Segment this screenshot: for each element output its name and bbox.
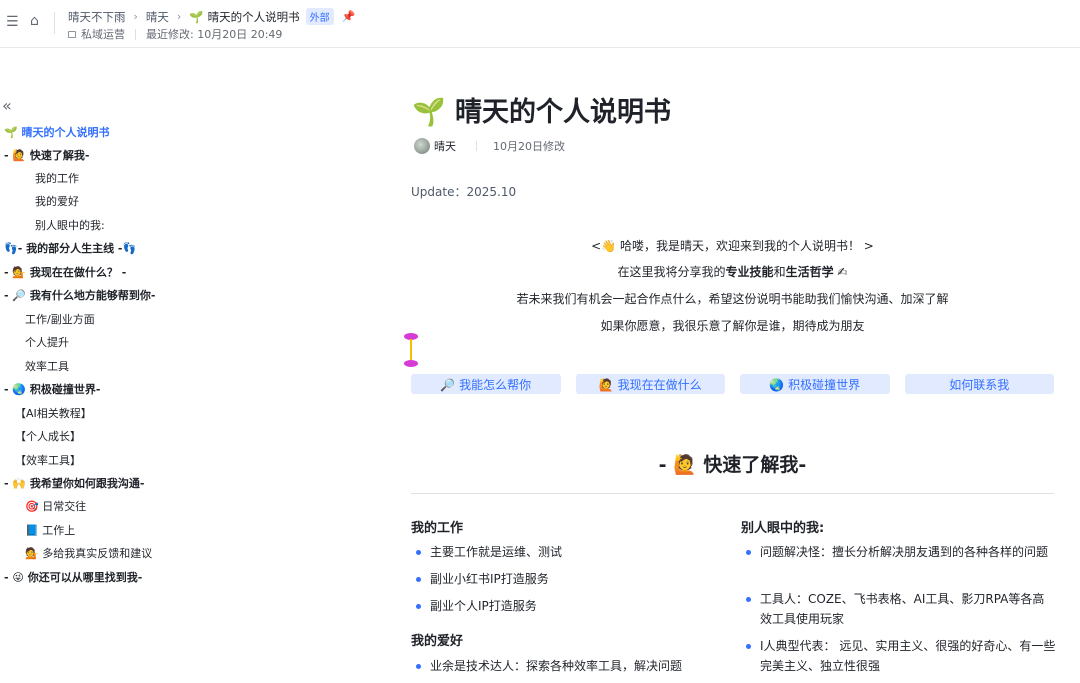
world-button[interactable]: 🌏 积极碰撞世界 — [740, 374, 890, 394]
section-divider — [411, 493, 1054, 494]
hobby-heading: 我的爱好 — [411, 634, 464, 649]
quick-link-buttons: 🔎 我能怎么帮你 🙋 我现在在做什么 🌏 积极碰撞世界 如何联系我 — [411, 374, 1054, 394]
outline-item-doing-now[interactable]: - 💁 我现在在做什么？ - — [4, 264, 126, 280]
modified-date: 10月20日修改 — [493, 140, 565, 153]
outline-item-ai-tutorial[interactable]: 【AI相关教程】 — [15, 405, 92, 421]
doing-now-button[interactable]: 🙋 我现在在做什么 — [575, 374, 725, 394]
list-item: 问题解决怪：擅长分析解决朋友遇到的各种各样的问题 — [746, 542, 1056, 562]
toolbar-divider — [54, 12, 55, 34]
breadcrumb-item-current[interactable]: 晴天的个人说明书 — [208, 9, 300, 25]
hourglass-icon — [404, 333, 418, 369]
breadcrumb-item-space[interactable]: 晴天不下雨 — [68, 9, 126, 25]
how-help-button[interactable]: 🔎 我能怎么帮你 — [411, 374, 561, 394]
author-divider — [476, 141, 477, 151]
outline-item-daily[interactable]: 🎯 日常交往 — [25, 498, 86, 514]
list-item: 业余是技术达人：探索各种效率工具，解决问题 — [416, 656, 730, 676]
intro-line-3: 若未来我们有机会一起合作点什么，希望这份说明书能助我们愉快沟通、加深了解 — [516, 292, 949, 306]
intro-philosophy: 生活哲学 — [785, 265, 834, 279]
top-bar: ☰ ⌂ 晴天不下雨 › 晴天 › 🌱 晴天的个人说明书 外部 📌 私域运营 最近… — [0, 0, 1080, 48]
page-title: 🌱 晴天的个人说明书 — [412, 97, 672, 128]
pin-icon[interactable]: 📌 — [342, 10, 356, 23]
home-icon[interactable]: ⌂ — [30, 13, 39, 29]
breadcrumb-item-folder[interactable]: 晴天 — [146, 9, 169, 25]
list-item: I人典型代表： 远见、实用主义、很强的好奇心、有一些完美主义、独立性很强 — [746, 636, 1056, 676]
avatar[interactable] — [414, 138, 430, 154]
list-item: 工具人：COZE、飞书表格、AI工具、影刀RPA等各高效工具使用玩家 — [746, 589, 1056, 629]
outline-item-feedback[interactable]: 💁 多给我真实反馈和建议 — [25, 545, 152, 561]
outline-item-tools[interactable]: 【效率工具】 — [15, 452, 81, 468]
last-modified: 最近修改: 10月20日 20:49 — [146, 28, 283, 41]
intro-line-4: 如果你愿意，我很乐意了解你是谁，期待成为朋友 — [600, 319, 865, 333]
chevron-right-icon: › — [133, 10, 138, 23]
folder-icon — [68, 30, 76, 38]
folder-label[interactable]: 私域运营 — [81, 26, 125, 42]
doc-meta: 私域运营 最近修改: 10月20日 20:49 — [68, 26, 282, 42]
intro-line-2: 在这里我将分享我的专业技能和生活哲学 ✍ — [411, 263, 1054, 280]
outline-item-work-side[interactable]: 工作/副业方面 — [25, 311, 95, 327]
outline-item-efficiency-tools[interactable]: 效率工具 — [25, 358, 69, 374]
update-line: Update：2025.10 — [411, 185, 517, 199]
outline-item-my-work[interactable]: 我的工作 — [35, 170, 79, 186]
list-item: 副业小红书IP打造服务 — [416, 569, 730, 589]
outline-item-my-hobby[interactable]: 我的爱好 — [35, 193, 79, 209]
list-item: 主要工作就是运维、测试 — [416, 542, 730, 562]
list-item: 副业个人IP打造服务 — [416, 596, 730, 616]
outline-item-title[interactable]: 🌱 晴天的个人说明书 — [4, 124, 110, 140]
outline-item-how-help[interactable]: - 🔎 我有什么地方能够帮到你- — [4, 287, 156, 303]
outline-item-self-improve[interactable]: 个人提升 — [25, 334, 69, 350]
chevron-right-icon: › — [176, 10, 182, 23]
intro-skill: 专业技能 — [725, 265, 774, 279]
meta-divider — [135, 28, 136, 40]
author-name[interactable]: 晴天 — [434, 138, 456, 154]
intro-line-1: <👋 哈喽，我是晴天，欢迎来到我的个人说明书！ > — [591, 239, 874, 253]
outline-item-at-work[interactable]: 📘 工作上 — [25, 522, 75, 538]
intro-line-2-pre: 在这里我将分享我的 — [617, 265, 726, 279]
work-heading: 我的工作 — [411, 521, 464, 536]
outline-item-find-me[interactable]: - 😜 你还可以从哪里找到我- — [4, 569, 142, 585]
contact-button[interactable]: 如何联系我 — [904, 374, 1054, 394]
outline-item-communicate[interactable]: - 🙌 我希望你如何跟我沟通- — [4, 475, 145, 491]
author-row: 晴天 10月20日修改 — [414, 138, 565, 154]
outline-toggle-icon[interactable]: ☰ — [6, 14, 19, 30]
section-heading-quick-intro: - 🙋 快速了解我- — [658, 454, 807, 476]
outline-item-quick-intro[interactable]: - 🙋 快速了解我- — [4, 147, 90, 163]
others-heading: 别人眼中的我: — [741, 521, 825, 536]
breadcrumb: 晴天不下雨 › 晴天 › 🌱 晴天的个人说明书 外部 📌 — [68, 8, 355, 25]
intro-line-2-post: ✍ — [833, 265, 848, 279]
outline-item-life-path[interactable]: 👣- 我的部分人生主线 -👣 — [4, 240, 136, 256]
sprout-icon: 🌱 — [189, 9, 204, 24]
external-badge: 外部 — [305, 8, 334, 25]
collapse-outline-icon[interactable]: « — [2, 96, 12, 115]
outline-item-world[interactable]: - 🌏 积极碰撞世界- — [4, 381, 101, 397]
outline-item-others-view[interactable]: 别人眼中的我: — [35, 217, 105, 233]
intro-line-2-mid: 和 — [773, 265, 786, 279]
outline-item-growth[interactable]: 【个人成长】 — [15, 428, 81, 444]
